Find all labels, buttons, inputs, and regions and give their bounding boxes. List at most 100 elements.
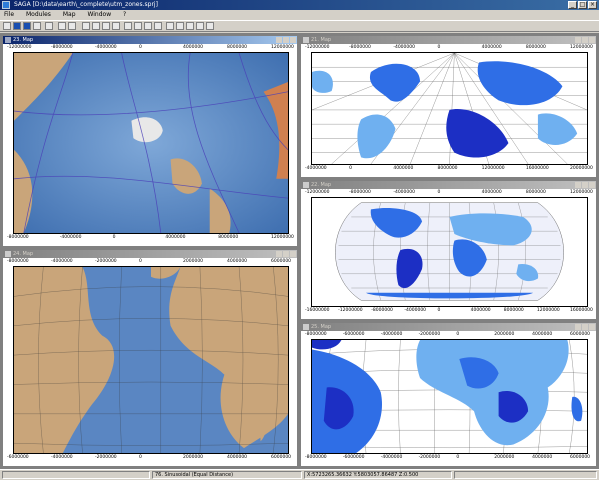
map-window-22[interactable]: 22. Map -12000000 -8000000 -4000000 0 40…	[300, 180, 597, 320]
map-window-icon	[5, 37, 11, 43]
map-window-titlebar[interactable]: 23. Map	[3, 36, 297, 44]
axis-tick-label: -6000000	[7, 455, 29, 460]
axis-tick-label: -8000000	[305, 455, 327, 460]
properties-icon[interactable]	[82, 22, 90, 30]
axis-tick-label: -4000000	[51, 455, 73, 460]
minimize-icon[interactable]	[575, 37, 581, 43]
minimize-icon[interactable]	[276, 251, 282, 257]
axis-tick-label: 8000000	[503, 308, 524, 313]
axis-tick-label: -12000000	[7, 45, 32, 50]
close-button[interactable]: ×	[588, 1, 597, 9]
axis-tick-label: 4000000	[183, 45, 204, 50]
help-icon[interactable]	[58, 22, 66, 30]
zoom-active-icon[interactable]	[154, 22, 162, 30]
axis-tick-label: 12000000	[271, 45, 294, 50]
axis-tick-label: 16000000	[525, 166, 549, 171]
map-canvas[interactable]	[311, 52, 588, 165]
saga-app-icon	[2, 1, 10, 9]
axis-tick-label: -8000000	[349, 45, 371, 50]
axis-tick-label: -4000000	[59, 235, 82, 240]
map-canvas[interactable]	[311, 197, 588, 307]
map-window-titlebar[interactable]: 21. Map	[301, 36, 596, 44]
axis-tick-label: 6000000	[570, 455, 591, 460]
axis-tick-label: -16000000	[305, 308, 330, 313]
pan-hand-icon[interactable]	[186, 22, 194, 30]
zoom-in-icon[interactable]	[176, 22, 184, 30]
close-icon[interactable]	[589, 324, 595, 330]
table-icon[interactable]	[33, 22, 41, 30]
axis-tick-label: -8000000	[51, 45, 73, 50]
axis-tick-label: -12000000	[305, 45, 330, 50]
zoom-forward-icon[interactable]	[144, 22, 152, 30]
map-window-titlebar[interactable]: 25. Map	[301, 323, 596, 331]
axis-tick-label: 12000000	[481, 166, 505, 171]
minimize-icon[interactable]	[575, 182, 581, 188]
axis-tick-label: 6000000	[271, 259, 292, 264]
edit-icon[interactable]	[206, 22, 214, 30]
minimize-button[interactable]: _	[568, 1, 577, 9]
close-icon[interactable]	[290, 251, 296, 257]
maximize-button[interactable]: □	[578, 1, 587, 9]
axis-tick-label: 4000000	[481, 190, 502, 195]
menu-help[interactable]: ?	[123, 11, 126, 18]
refresh-icon[interactable]	[112, 22, 120, 30]
print-icon[interactable]	[102, 22, 110, 30]
close-icon[interactable]	[589, 37, 595, 43]
close-icon[interactable]	[290, 37, 296, 43]
status-cell-ready	[2, 471, 150, 479]
maximize-icon[interactable]	[283, 251, 289, 257]
menu-map[interactable]: Map	[63, 11, 76, 18]
map-window-titlebar[interactable]: 22. Map	[301, 181, 596, 189]
map-window-icon	[303, 37, 309, 43]
axis-tick-label: -4000000	[404, 308, 427, 313]
axis-tick-label: 0	[437, 308, 441, 313]
open-icon[interactable]	[3, 22, 11, 30]
axis-tick-label: 8000000	[218, 235, 239, 240]
close-icon[interactable]	[589, 182, 595, 188]
axis-tick-label: -4000000	[380, 455, 403, 460]
app-titlebar: SAGA [D:\data\earth\_complete\utm_zones.…	[0, 0, 599, 10]
axis-tick-label: -4000000	[380, 332, 403, 337]
map-window-title: 23. Map	[13, 37, 34, 43]
maximize-icon[interactable]	[582, 37, 588, 43]
axis-tick-label: 16000000	[570, 308, 593, 313]
map-window-title: 24. Map	[13, 251, 34, 257]
axis-tick-label: 4000000	[227, 455, 248, 460]
minimize-icon[interactable]	[575, 324, 581, 330]
axis-tick-label: 0	[139, 259, 142, 264]
map-canvas[interactable]	[311, 339, 588, 454]
map-window-21[interactable]: 21. Map -12000000 -8000000 -4000000 0 40…	[300, 35, 597, 178]
maximize-icon[interactable]	[283, 37, 289, 43]
axis-tick-label: -4000000	[51, 259, 73, 264]
maximize-icon[interactable]	[582, 182, 588, 188]
select-arrow-icon[interactable]	[166, 22, 174, 30]
axis-tick-label: 12000000	[271, 235, 294, 240]
measure-distance-icon[interactable]	[196, 22, 204, 30]
bookmark-icon[interactable]	[68, 22, 76, 30]
axis-tick-label: 0	[349, 166, 353, 171]
map-window-25[interactable]: 25. Map -8000000 -6000000 -4000000 -2000…	[300, 322, 597, 467]
minimize-icon[interactable]	[276, 37, 282, 43]
menu-file[interactable]: File	[4, 11, 14, 18]
axis-tick-label: -6000000	[342, 332, 365, 337]
map-canvas[interactable]	[13, 52, 289, 234]
axis-tick-label: 8000000	[525, 45, 546, 50]
layer-icon[interactable]	[23, 22, 31, 30]
module-icon[interactable]	[45, 22, 53, 30]
map-window-24[interactable]: 24. Map -8000000 -4000000 -2000000 0 200…	[2, 249, 298, 467]
zoom-back-icon[interactable]	[134, 22, 142, 30]
save-icon[interactable]	[13, 22, 21, 30]
map-window-23[interactable]: 23. Map -12000000 -8000000 -4000000 0 40…	[2, 35, 298, 247]
map-canvas[interactable]	[13, 266, 289, 454]
map-window-titlebar[interactable]: 24. Map	[3, 250, 297, 258]
map-window-icon	[303, 182, 309, 188]
maximize-icon[interactable]	[582, 324, 588, 330]
status-bar: 76. Sinusoidal (Equal Distance) X:572326…	[0, 469, 599, 480]
axis-tick-label: 2000000	[183, 455, 204, 460]
axis-tick-label: -2000000	[418, 332, 441, 337]
menu-modules[interactable]: Modules	[26, 11, 51, 18]
axis-tick-label: 0	[139, 455, 142, 460]
zoom-full-icon[interactable]	[124, 22, 132, 30]
copy-map-icon[interactable]	[92, 22, 100, 30]
menu-window[interactable]: Window	[87, 11, 111, 18]
